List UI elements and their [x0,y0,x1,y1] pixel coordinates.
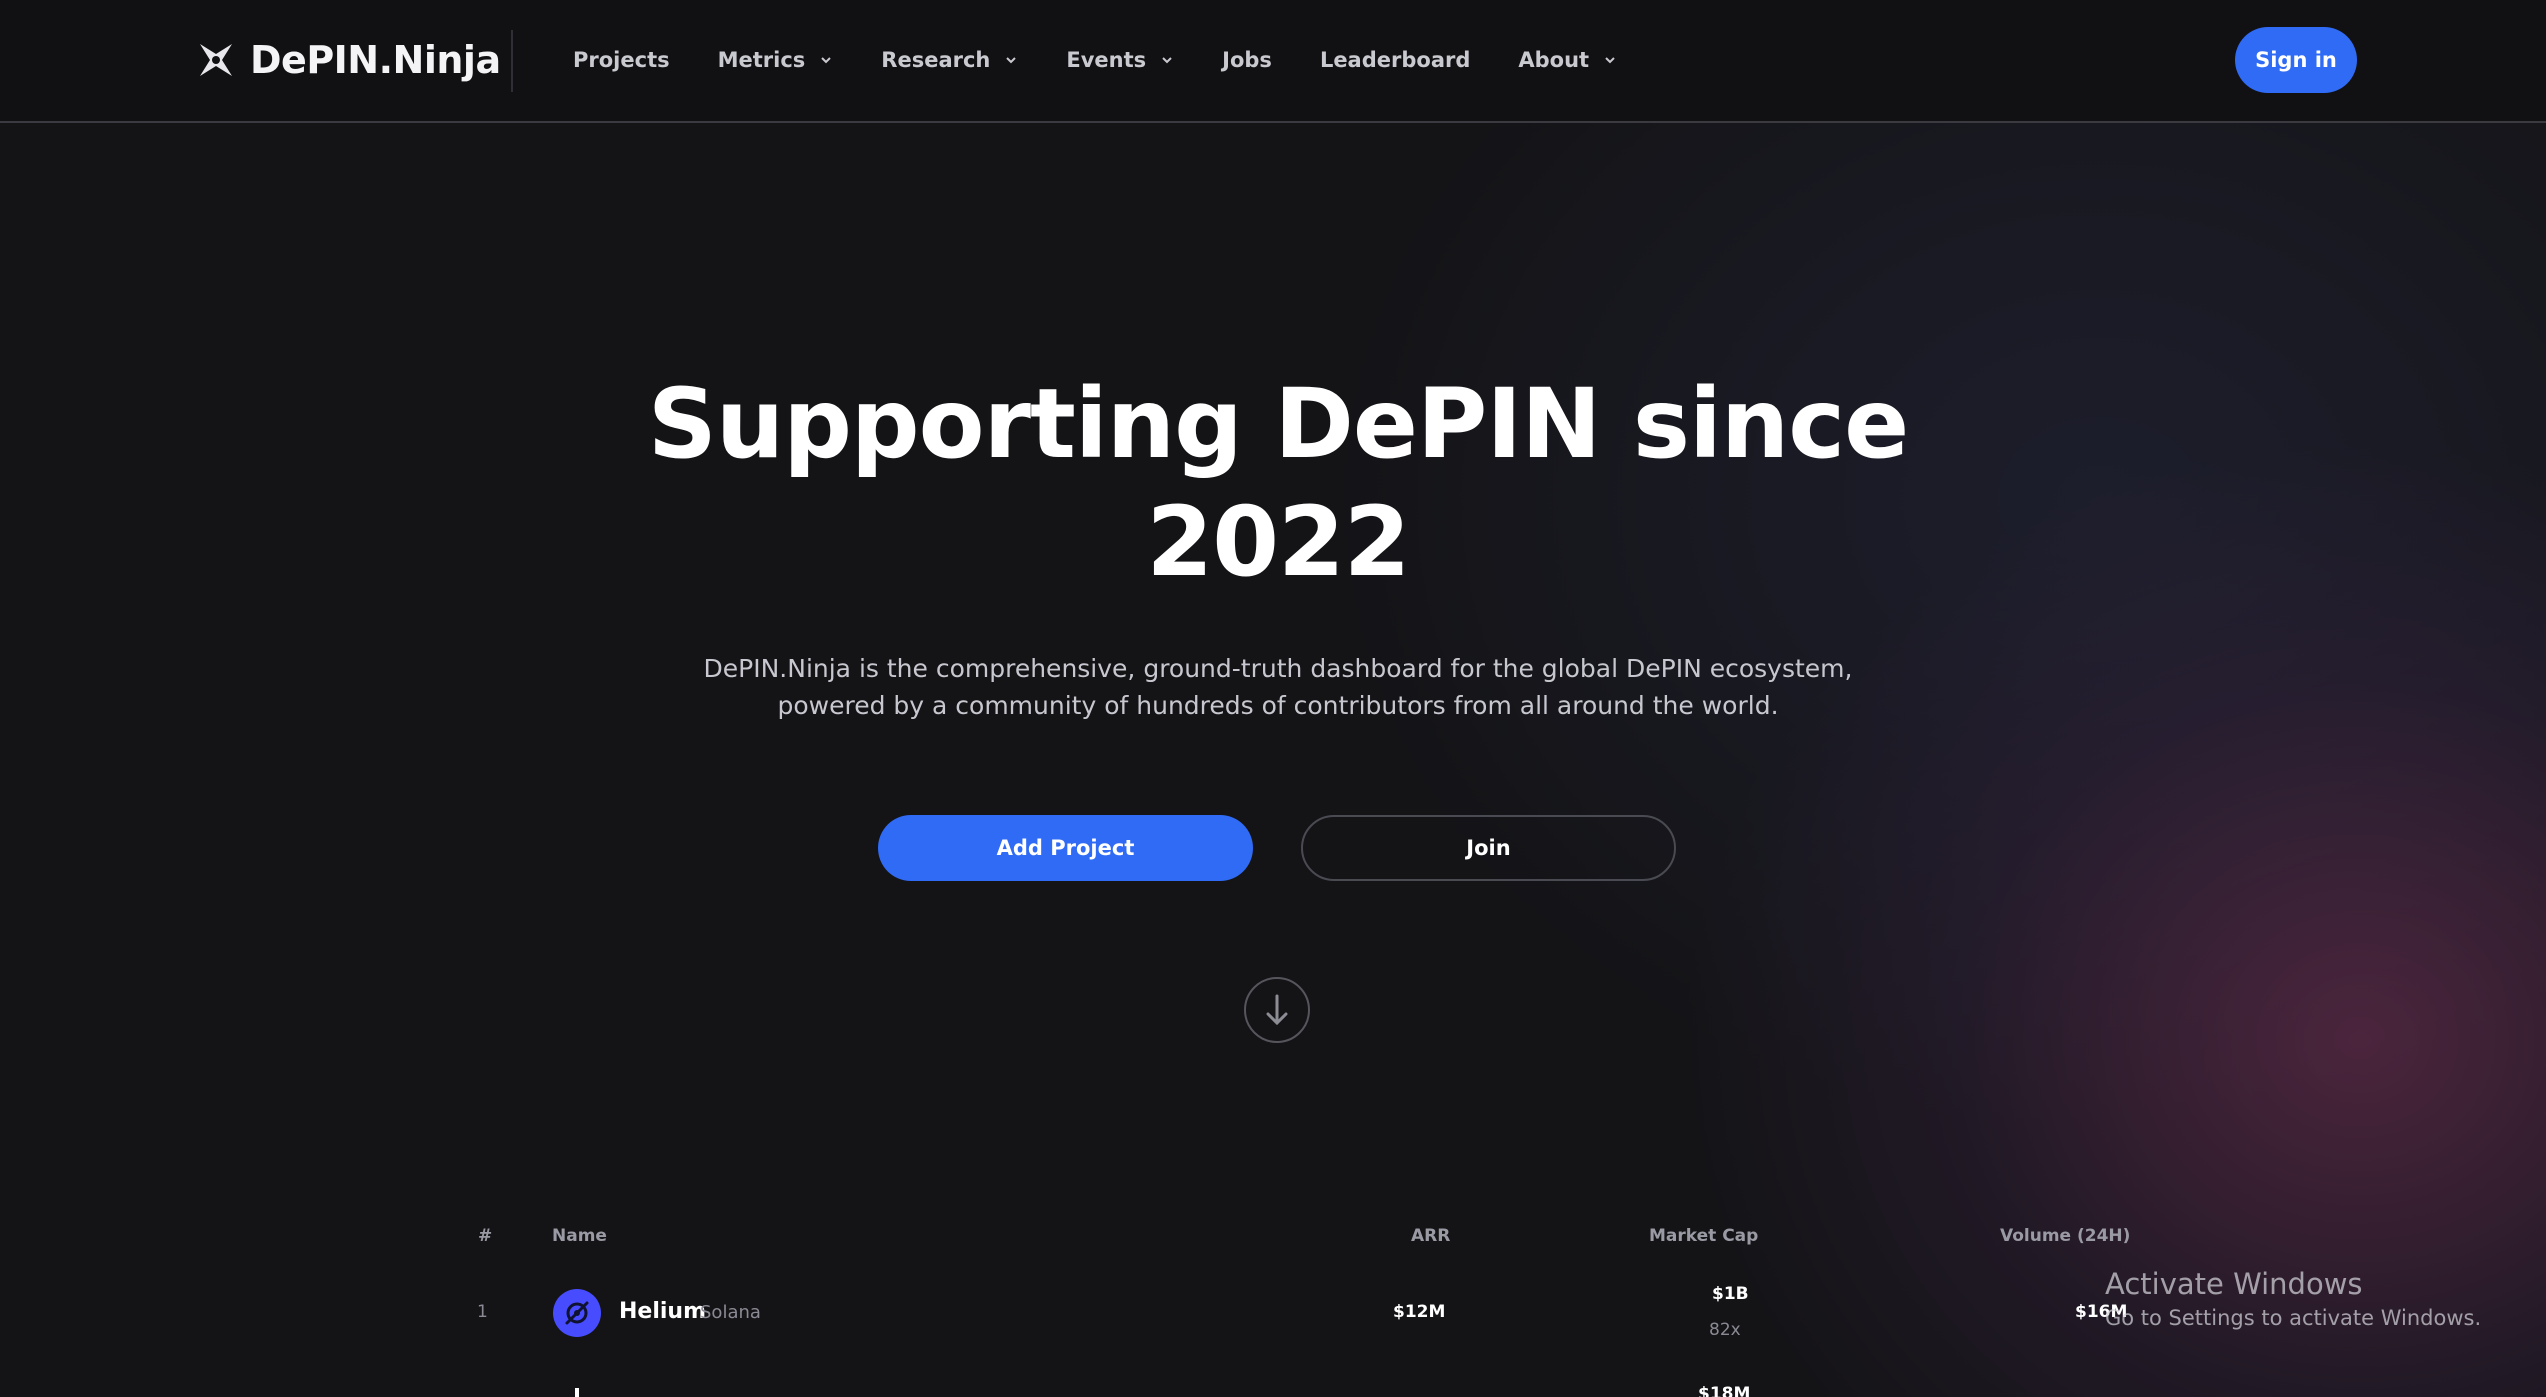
chevron-down-icon [1162,57,1172,64]
hero-title: Supporting DePIN since 2022 [573,365,1983,601]
add-project-button[interactable]: Add Project [878,815,1253,881]
chevron-down-icon [1605,57,1615,64]
brand-name: DePIN.Ninja [250,38,501,82]
column-header-market-cap[interactable]: Market Cap [1649,1226,1758,1246]
nav-item-label: Projects [573,48,670,72]
top-navbar: DePIN.Ninja Projects Metrics Research Ev… [0,0,2546,123]
column-header-name[interactable]: Name [552,1226,607,1246]
arrow-down-icon [1266,994,1288,1026]
chevron-down-icon [821,57,832,64]
market-cap-value: $18M [1698,1384,1751,1397]
chevron-down-icon [1006,57,1017,64]
nav-item-label: Events [1066,48,1147,72]
column-header-rank: # [478,1226,493,1246]
windows-watermark-title: Activate Windows [2105,1267,2363,1301]
helium-icon [565,1301,589,1325]
hero-title-line-2: 2022 [1146,486,1410,598]
windows-watermark-subtitle: Go to Settings to activate Windows. [2105,1306,2482,1330]
nav-item-projects[interactable]: Projects [573,48,670,72]
market-cap-multiple: 82x [1709,1320,1741,1340]
nav-item-label: About [1518,48,1590,72]
nav-item-label: Leaderboard [1319,48,1471,72]
project-name-link[interactable]: Helium [619,1299,706,1324]
hero-subtitle-line-1: DePIN.Ninja is the comprehensive, ground… [703,654,1853,683]
nav-item-events[interactable]: Events [1066,48,1174,72]
nav-item-metrics[interactable]: Metrics [718,48,834,72]
hero-subtitle-line-2: powered by a community of hundreds of co… [777,691,1779,720]
scroll-down-button[interactable] [1244,977,1310,1043]
next-row-logo-partial [575,1388,579,1397]
hero-subtitle: DePIN.Ninja is the comprehensive, ground… [620,650,1936,724]
nav-item-label: Research [881,48,991,72]
brand-logo[interactable]: DePIN.Ninja [196,36,501,84]
sign-in-button[interactable]: Sign in [2235,27,2357,93]
market-cap-value: $1B [1712,1284,1749,1304]
nav-item-research[interactable]: Research [881,48,1018,72]
nav-item-label: Metrics [717,48,806,72]
arr-value: $12M [1393,1302,1446,1322]
join-button[interactable]: Join [1301,815,1676,881]
row-rank: 1 [477,1302,488,1322]
ninja-star-icon [200,44,232,76]
nav-item-jobs[interactable]: Jobs [1222,48,1272,72]
nav-item-about[interactable]: About [1518,48,1617,72]
project-chain: Solana [700,1302,761,1323]
hero-title-line-1: Supporting DePIN since [647,368,1910,480]
main-nav: Projects Metrics Research Events Jobs Le… [573,42,1665,78]
column-header-arr[interactable]: ARR [1411,1226,1450,1246]
nav-divider [511,30,513,92]
helium-logo [553,1289,601,1337]
column-header-volume[interactable]: Volume (24H) [2000,1226,2130,1246]
nav-item-leaderboard[interactable]: Leaderboard [1320,48,1470,72]
nav-item-label: Jobs [1222,48,1272,72]
